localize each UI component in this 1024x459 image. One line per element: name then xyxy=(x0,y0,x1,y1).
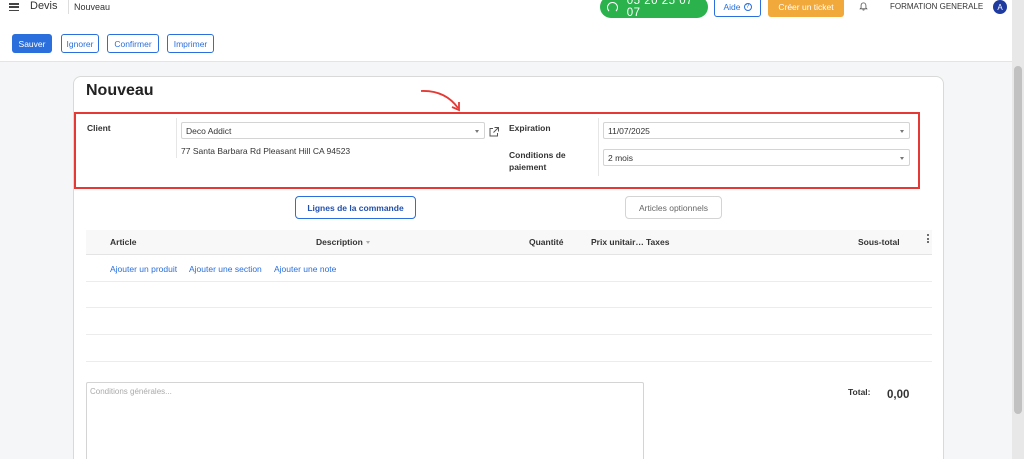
highlight-box xyxy=(74,112,920,189)
table-header xyxy=(86,230,932,255)
column-header-unit-price[interactable]: Prix unitair… xyxy=(591,237,644,247)
table-row xyxy=(86,361,932,362)
total-label: Total: xyxy=(848,387,871,397)
tab-optional-items[interactable]: Articles optionnels xyxy=(625,196,722,219)
phone-number: 05 20 25 07 07 xyxy=(626,0,693,19)
company-switcher[interactable]: FORMATION GENERALE xyxy=(890,2,983,11)
table-row xyxy=(86,334,932,335)
help-label: Aide xyxy=(723,1,741,12)
column-header-subtotal[interactable]: Sous-total xyxy=(858,237,900,247)
terms-textarea[interactable]: Conditions générales... xyxy=(86,382,644,459)
bell-icon[interactable] xyxy=(859,2,868,11)
column-header-description[interactable]: Description xyxy=(316,237,370,247)
help-button[interactable]: Aide ? xyxy=(714,0,761,17)
question-icon: ? xyxy=(743,2,752,11)
breadcrumb: Nouveau xyxy=(74,2,111,12)
print-button[interactable]: Imprimer xyxy=(167,34,214,53)
table-row xyxy=(86,281,932,282)
page-title: Nouveau xyxy=(86,82,154,99)
top-navbar: Devis Nouveau 05 20 25 07 07 Aide ? Crée… xyxy=(0,0,1012,22)
terms-placeholder: Conditions générales... xyxy=(90,387,172,396)
column-header-taxes[interactable]: Taxes xyxy=(646,237,669,247)
arrow-annotation xyxy=(420,90,460,112)
discard-button[interactable]: Ignorer xyxy=(61,34,99,53)
column-header-article[interactable]: Article xyxy=(110,237,136,247)
column-options-icon[interactable] xyxy=(927,234,930,243)
add-product-link[interactable]: Ajouter un produit xyxy=(110,264,177,274)
add-section-link[interactable]: Ajouter une section xyxy=(189,264,262,274)
phone-support-button[interactable]: 05 20 25 07 07 xyxy=(600,0,708,19)
nav-divider xyxy=(68,0,69,14)
add-note-link[interactable]: Ajouter une note xyxy=(274,264,336,274)
control-panel: Sauver Ignorer Confirmer Imprimer xyxy=(0,22,1012,62)
create-ticket-button[interactable]: Créer un ticket xyxy=(768,0,844,17)
table-row xyxy=(86,307,932,308)
column-header-quantity[interactable]: Quantité xyxy=(529,237,563,247)
app-name[interactable]: Devis xyxy=(30,0,58,12)
total-value: 0,00 xyxy=(887,389,910,401)
sort-icon xyxy=(365,241,370,245)
headset-icon xyxy=(607,1,618,13)
menu-icon[interactable] xyxy=(9,2,19,12)
page-scrollbar[interactable] xyxy=(1012,0,1024,459)
user-avatar[interactable]: A xyxy=(993,0,1007,14)
column-header-label: Description xyxy=(316,237,363,247)
save-button[interactable]: Sauver xyxy=(12,34,52,53)
confirm-button[interactable]: Confirmer xyxy=(107,34,159,53)
tab-order-lines[interactable]: Lignes de la commande xyxy=(295,196,416,219)
scrollbar-thumb[interactable] xyxy=(1014,66,1022,414)
